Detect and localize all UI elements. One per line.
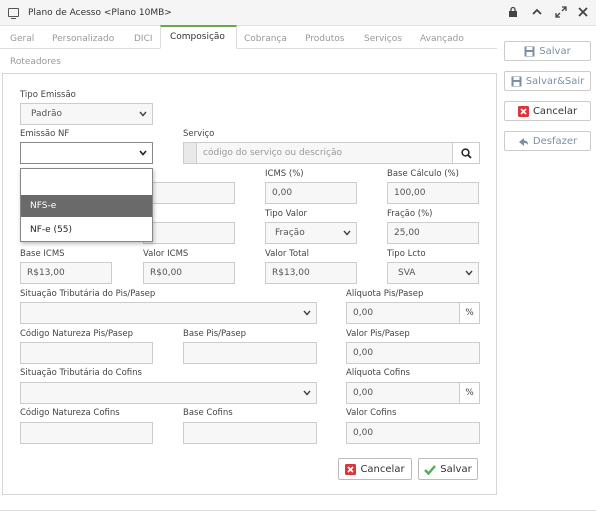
tipo-emissao-select[interactable]: Padrão <box>20 103 153 125</box>
tipo-lcto-value: SVA <box>398 268 416 278</box>
hidden-field-2[interactable] <box>143 222 235 244</box>
sit-trib-cofins-select[interactable] <box>20 382 317 404</box>
tab-avancado[interactable]: Avançado <box>420 34 464 44</box>
undo-button[interactable]: Desfazer <box>504 131 591 151</box>
floppy-icon <box>524 46 535 56</box>
percent-addon: % <box>459 303 479 323</box>
save-bottom-button-label: Salvar <box>440 463 472 475</box>
icms-pct-label: ICMS (%) <box>265 169 304 179</box>
base-cofins-input[interactable] <box>183 422 317 444</box>
hidden-field-1[interactable] <box>143 182 235 204</box>
chevron-down-icon <box>343 230 351 236</box>
chevron-down-icon <box>303 310 311 316</box>
chevron-down-icon <box>139 150 147 156</box>
floppy-exit-icon <box>511 76 522 86</box>
chevron-down-icon <box>303 390 311 396</box>
undo-button-label: Desfazer <box>532 135 578 147</box>
tipo-lcto-label: Tipo Lcto <box>387 249 426 259</box>
aliq-cofins-input[interactable]: 0,00 % <box>346 382 480 404</box>
tipo-valor-select[interactable]: Fração <box>265 222 357 244</box>
window-title: Plano de Acesso <Plano 10MB> <box>28 8 172 18</box>
chevron-down-icon <box>465 270 473 276</box>
close-icon[interactable] <box>576 6 590 20</box>
sit-trib-pis-label: Situação Tributária do Pis/Pasep <box>20 289 156 299</box>
search-icon <box>460 147 472 159</box>
base-calculo-input[interactable]: 100,00 <box>387 182 479 204</box>
valor-cofins-label: Valor Cofins <box>346 408 397 418</box>
valor-cofins-input[interactable]: 0,00 <box>346 422 480 444</box>
valor-pis-label: Valor Pis/Pasep <box>346 329 410 339</box>
save-exit-button[interactable]: Salvar&Sair <box>504 71 591 91</box>
base-icms-input[interactable]: R$13,00 <box>20 262 112 284</box>
tabs-divider <box>0 48 497 49</box>
tipo-emissao-label: Tipo Emissão <box>20 90 76 100</box>
aliq-cofins-label: Alíquota Cofins <box>346 368 411 378</box>
expand-icon[interactable] <box>554 6 568 20</box>
tab-cobranca[interactable]: Cobrança <box>244 34 287 44</box>
chevron-down-icon <box>139 111 147 117</box>
aliq-pis-input[interactable]: 0,00 % <box>346 302 480 324</box>
aliq-pis-label: Alíquota Pis/Pasep <box>346 289 424 299</box>
emissao-nf-label: Emissão NF <box>20 129 70 139</box>
save-bottom-button[interactable]: Salvar <box>418 458 478 480</box>
undo-arrow-icon <box>518 137 528 146</box>
cod-nat-cofins-label: Código Natureza Cofins <box>20 408 120 418</box>
window-icon <box>8 8 19 19</box>
tipo-valor-value: Fração <box>275 228 305 238</box>
x-square-icon <box>345 463 357 475</box>
footer-divider <box>0 510 596 511</box>
cancel-button[interactable]: Cancelar <box>338 458 412 480</box>
check-icon <box>424 464 437 475</box>
valor-total-input[interactable]: R$13,00 <box>265 262 357 284</box>
dropdown-option-nfse[interactable]: NFS-e <box>21 195 152 217</box>
servico-label: Serviço <box>183 129 215 139</box>
cod-nat-pis-label: Código Natureza Pis/Pasep <box>20 329 133 339</box>
tab-composicao[interactable]: Composição <box>170 32 225 42</box>
base-cofins-label: Base Cofins <box>183 408 233 418</box>
percent-addon: % <box>459 383 479 403</box>
save-button[interactable]: Salvar <box>504 41 591 61</box>
search-button[interactable] <box>452 142 480 164</box>
base-calculo-label: Base Cálculo (%) <box>387 169 459 179</box>
cancel-side-button-label: Cancelar <box>532 105 578 117</box>
dropdown-option-empty[interactable] <box>21 169 152 191</box>
tipo-emissao-value: Padrão <box>31 109 62 119</box>
emissao-nf-select[interactable] <box>20 142 153 164</box>
cancel-button-label: Cancelar <box>360 463 405 475</box>
valor-total-label: Valor Total <box>265 249 309 259</box>
servico-search-input[interactable]: código do serviço ou descrição <box>196 142 453 164</box>
x-square-icon <box>517 105 529 117</box>
cod-nat-pis-input[interactable] <box>20 342 153 364</box>
fracao-label: Fração (%) <box>387 209 433 219</box>
lock-icon[interactable] <box>506 6 520 20</box>
emissao-nf-dropdown: NFS-e NF-e (55) <box>20 168 153 242</box>
tab-dici[interactable]: DICI <box>134 34 153 44</box>
icms-pct-input[interactable]: 0,00 <box>265 182 357 204</box>
valor-icms-input[interactable]: R$0,00 <box>143 262 235 284</box>
sit-trib-pis-select[interactable] <box>20 302 317 324</box>
base-icms-label: Base ICMS <box>20 249 65 259</box>
tab-roteadores[interactable]: Roteadores <box>10 57 61 67</box>
save-exit-button-label: Salvar&Sair <box>525 75 585 87</box>
cancel-side-button[interactable]: Cancelar <box>504 101 591 121</box>
base-pis-input[interactable] <box>183 342 317 364</box>
save-button-label: Salvar <box>539 45 571 57</box>
fracao-input[interactable]: 25,00 <box>387 222 479 244</box>
valor-pis-input[interactable]: 0,00 <box>346 342 480 364</box>
tipo-lcto-select[interactable]: SVA <box>387 262 479 284</box>
tab-personalizado[interactable]: Personalizado <box>52 34 114 44</box>
aliq-pis-value: 0,00 <box>353 308 374 318</box>
aliq-cofins-value: 0,00 <box>353 388 374 398</box>
tab-produtos[interactable]: Produtos <box>305 34 344 44</box>
base-pis-label: Base Pis/Pasep <box>183 329 246 339</box>
servico-code-box[interactable] <box>183 142 197 164</box>
chevron-up-icon[interactable] <box>530 6 544 20</box>
valor-icms-label: Valor ICMS <box>143 249 189 259</box>
cod-nat-cofins-input[interactable] <box>20 422 153 444</box>
dropdown-option-nfe55[interactable]: NF-e (55) <box>21 219 152 241</box>
tab-geral[interactable]: Geral <box>10 34 34 44</box>
sit-trib-cofins-label: Situação Tributária do Cofins <box>20 368 142 378</box>
tipo-valor-label: Tipo Valor <box>265 209 308 219</box>
tab-servicos[interactable]: Serviços <box>364 34 402 44</box>
